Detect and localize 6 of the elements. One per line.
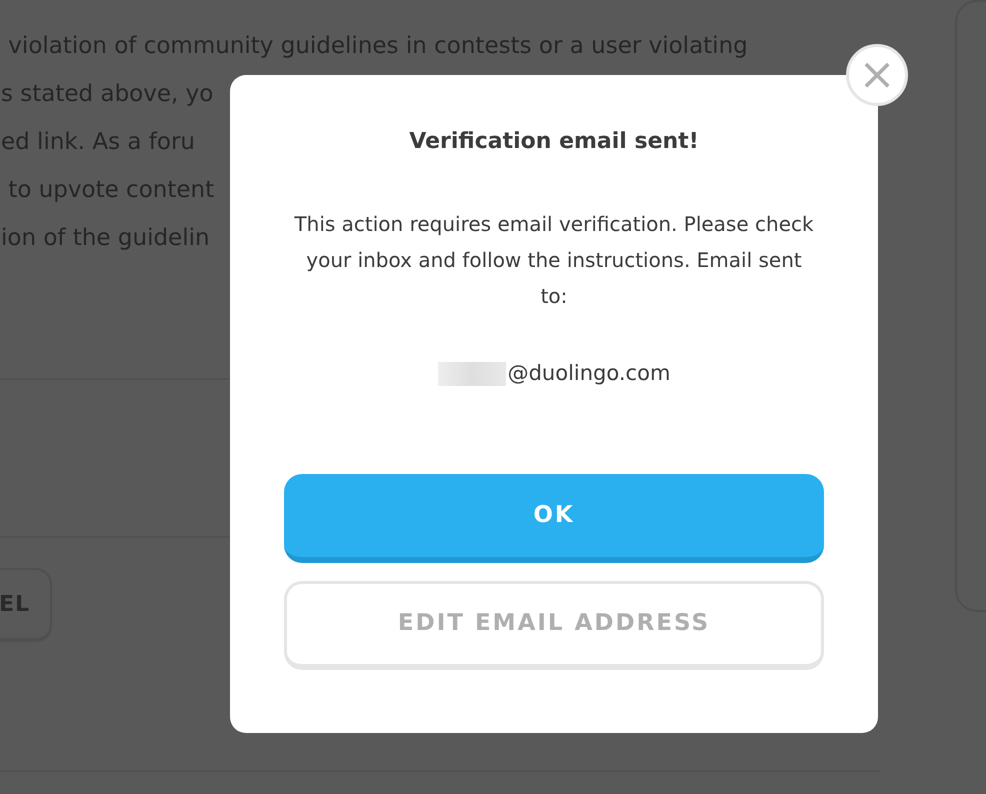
dialog-title: Verification email sent!	[408, 128, 700, 156]
email-address: @duolingo.com	[508, 360, 670, 387]
dialog-message: This action requires email verification. Please check your inbox and follow the instructions. Email sent to:	[294, 211, 814, 310]
close-button[interactable]: ×	[846, 44, 908, 106]
edit-email-button[interactable]: EDIT EMAIL ADDRESS	[284, 580, 824, 670]
ok-button[interactable]: OK	[284, 474, 824, 562]
